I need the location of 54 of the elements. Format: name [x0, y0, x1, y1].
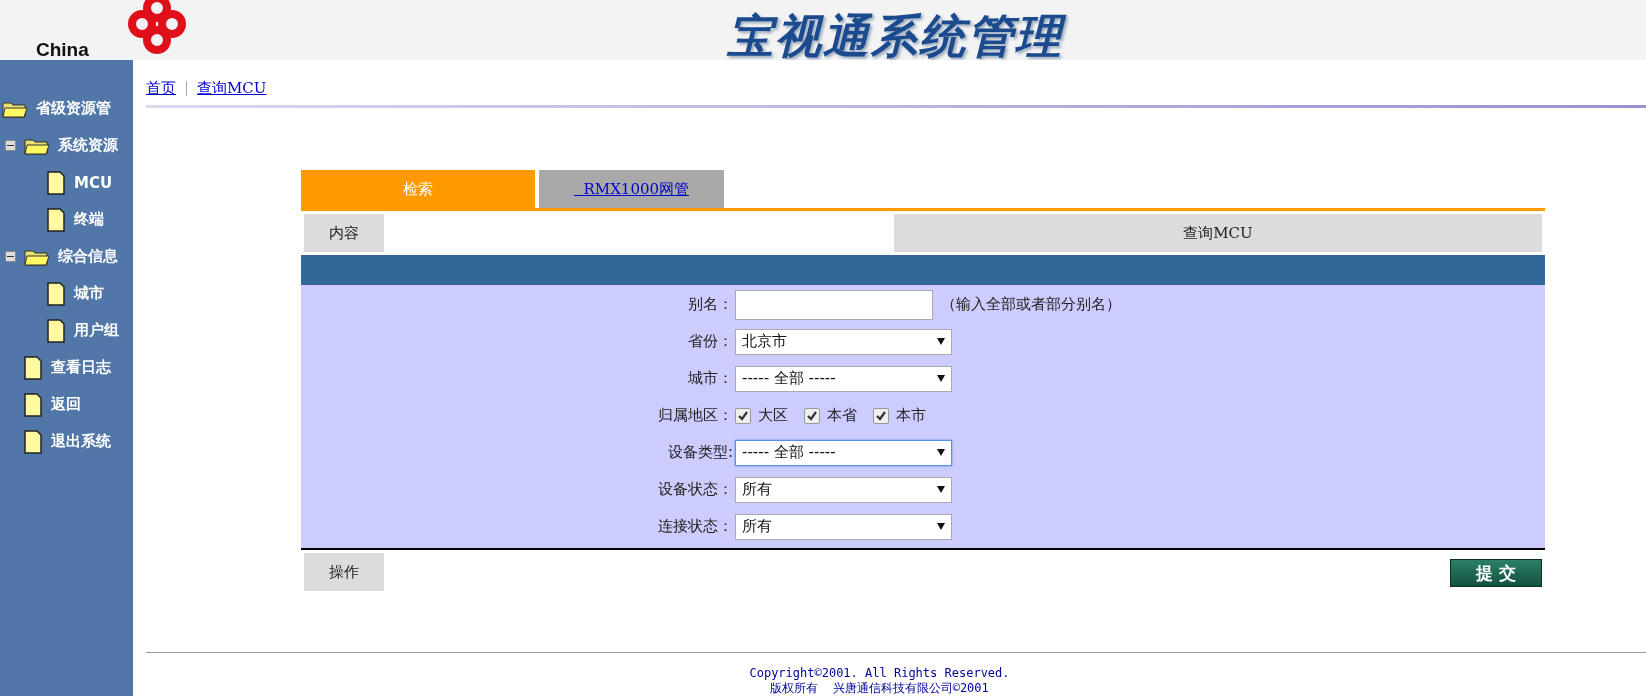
caret-icon	[937, 338, 945, 346]
action-label: 操作	[304, 553, 384, 592]
document-icon	[46, 318, 66, 343]
copyright-text: 版权所有 兴唐通信科技有限公司©2001	[770, 681, 989, 696]
alias-input[interactable]	[735, 289, 933, 320]
document-icon	[46, 170, 66, 195]
submit-button[interactable]: 提 交	[1450, 559, 1542, 588]
field-label: 别名：	[687, 295, 734, 315]
tree-item[interactable]: 退出系统	[51, 432, 111, 451]
dropdown[interactable]: 北京市	[735, 328, 952, 355]
checkbox-label: 本市	[896, 406, 926, 426]
field-label: 城市：	[687, 369, 734, 389]
tree-item[interactable]: MCU	[74, 173, 113, 192]
checkbox[interactable]	[804, 407, 820, 424]
logo-text: China	[36, 40, 89, 60]
dropdown[interactable]: ----- 全部 -----	[735, 439, 952, 466]
field-hint: （输入全部或者部分别名）	[941, 295, 1121, 315]
collapse-icon[interactable]	[5, 140, 16, 151]
breadcrumb-link[interactable]: 查询MCU	[197, 79, 267, 99]
document-icon	[46, 281, 66, 306]
dropdown[interactable]: 所有	[735, 476, 952, 503]
tree-item[interactable]: 系统资源	[58, 136, 118, 155]
tree-item[interactable]: 返回	[51, 395, 81, 414]
field-label: 设备类型:	[666, 443, 734, 463]
document-icon	[46, 207, 66, 232]
collapse-icon[interactable]	[5, 251, 16, 262]
dropdown[interactable]: 所有	[735, 513, 952, 540]
tree-item[interactable]: 省级资源管	[36, 99, 111, 118]
caret-icon	[937, 523, 945, 531]
tree-item[interactable]: 城市	[74, 284, 104, 303]
panel-title: 查询MCU	[894, 214, 1542, 253]
copyright-text: Copyright©2001. All Rights Reserved.	[749, 666, 1010, 681]
document-icon	[23, 429, 43, 454]
field-label: 归属地区：	[657, 406, 734, 426]
tree-item[interactable]: 综合信息	[58, 247, 118, 266]
field-label: 连接状态：	[657, 517, 734, 537]
checkbox-label: 本省	[827, 406, 857, 426]
tree-item[interactable]: 用户组	[74, 321, 119, 340]
field-label: 设备状态：	[657, 480, 734, 500]
caret-icon	[937, 486, 945, 494]
tab[interactable]: RMX1000网管	[539, 170, 724, 209]
dropdown[interactable]: ----- 全部 -----	[735, 365, 952, 392]
caret-icon	[937, 375, 945, 383]
breadcrumb-link[interactable]: 首页	[146, 79, 176, 99]
checkbox-label: 大区	[758, 406, 788, 426]
caret-icon	[937, 449, 945, 457]
document-icon	[23, 355, 43, 380]
tree-item[interactable]: 查看日志	[51, 358, 111, 377]
document-icon	[23, 392, 43, 417]
field-label: 省份：	[687, 332, 734, 352]
content-label: 内容	[304, 214, 384, 253]
checkbox[interactable]	[873, 407, 889, 424]
tree-item[interactable]: 终端	[74, 210, 104, 229]
checkbox[interactable]	[735, 407, 751, 424]
